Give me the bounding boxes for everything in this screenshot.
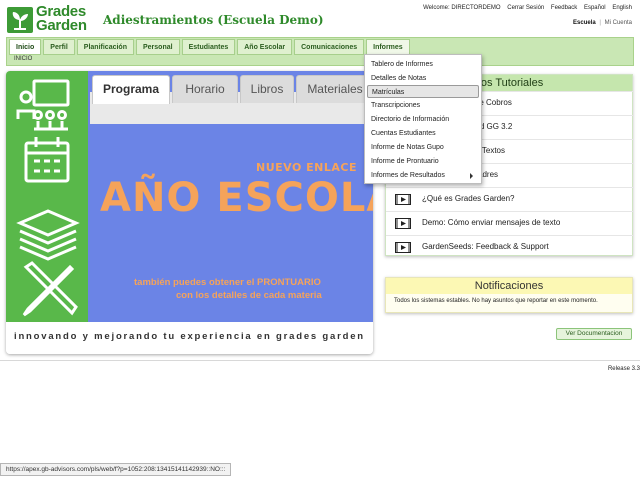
menu-item-informe-prontuario[interactable]: Informe de Prontuario: [367, 155, 479, 168]
banner-icon-strip: [6, 71, 88, 322]
video-icon: [395, 242, 411, 253]
menu-item-informe-notas-grupo[interactable]: Informe de Notas Gupo: [367, 141, 479, 154]
video-icon: [395, 218, 411, 229]
video-item[interactable]: ¿Qué es Grades Garden?: [386, 187, 634, 211]
logo-wordmark: Grades Garden: [36, 4, 87, 34]
tab-estudiantes[interactable]: Estudiantes: [181, 39, 236, 55]
lang-en-link[interactable]: English: [612, 5, 632, 11]
plant-logo-icon: [7, 7, 33, 33]
welcome-text: Welcome: DIRECTORDEMO: [423, 5, 501, 11]
reports-dropdown-menu: Tablero de Informes Detalles de Notas Ma…: [364, 54, 482, 184]
view-documentation-button[interactable]: Ver Documentacion: [556, 328, 632, 340]
browser-status-url: https://apex.gb-advisors.com/pls/web/f?p…: [0, 463, 232, 476]
banner-tab-programa[interactable]: Programa: [92, 75, 170, 104]
nav-tabs: Inicio Perfil Planificación Personal Est…: [9, 39, 412, 55]
ad-headline-big: AÑO ESCOLAR: [100, 175, 373, 221]
video-item[interactable]: GardenSeeds: Feedback & Support: [386, 235, 634, 259]
banner-icons: [16, 79, 80, 317]
calendar-icon: [24, 137, 70, 183]
banner-tab-horario[interactable]: Horario: [172, 75, 238, 103]
my-account-link[interactable]: Mi Cuenta: [605, 20, 632, 26]
tab-personal[interactable]: Personal: [135, 39, 180, 55]
grades-garden-logo[interactable]: Grades Garden: [7, 4, 93, 36]
menu-item-directorio[interactable]: Directorio de Información: [367, 113, 479, 126]
top-links: Welcome: DIRECTORDEMO Cerrar Sesión Feed…: [418, 5, 632, 11]
menu-item-tablero-informes[interactable]: Tablero de Informes: [367, 58, 479, 71]
promo-banner: Programa Horario Libros Materiales NUEVO…: [6, 71, 373, 354]
logout-link[interactable]: Cerrar Sesión: [507, 5, 544, 11]
app-title: Adiestramientos (Escuela Demo): [103, 13, 324, 27]
menu-item-informes-resultados-label: Informes de Resultados: [371, 172, 445, 179]
tab-comunicaciones[interactable]: Comunicaciones: [294, 39, 365, 55]
tab-inicio[interactable]: Inicio: [9, 39, 42, 55]
menu-item-detalles-notas[interactable]: Detalles de Notas: [367, 72, 479, 85]
menu-item-matriculas[interactable]: Matrículas: [367, 85, 479, 98]
role-links: Escuela | Mi Cuenta: [573, 20, 632, 26]
video-icon: [395, 194, 411, 205]
tab-planificacion[interactable]: Planificación: [76, 39, 134, 55]
menu-item-cuentas-estudiantes[interactable]: Cuentas Estudiantes: [367, 127, 479, 140]
menu-item-informes-resultados[interactable]: Informes de Resultados: [367, 169, 479, 182]
video-item-label: GardenSeeds: Feedback & Support: [422, 242, 549, 251]
breadcrumb[interactable]: INICIO: [14, 56, 32, 62]
banner-tab-materiales[interactable]: Materiales: [296, 75, 373, 103]
submenu-arrow-icon: [470, 173, 473, 179]
ad-headline-small: NUEVO ENLACE: [256, 161, 357, 174]
footer-divider: [0, 360, 640, 361]
video-item-label: ¿Qué es Grades Garden?: [422, 194, 515, 203]
release-version: Release 3.3: [607, 366, 640, 372]
lang-es-link[interactable]: Español: [584, 5, 606, 11]
ad-subline-1: también puedes obtener el PRONTUARIO: [134, 277, 321, 288]
banner-tab-libros[interactable]: Libros: [240, 75, 294, 103]
tab-ano-escolar[interactable]: Año Escolar: [237, 39, 293, 55]
notifications-panel: Notificaciones Todos los sistemas establ…: [385, 277, 633, 313]
role-separator: |: [599, 20, 601, 26]
main-nav: Inicio Perfil Planificación Personal Est…: [6, 37, 634, 66]
ruler-pencil-icon: [22, 261, 78, 317]
feedback-link[interactable]: Feedback: [551, 5, 577, 11]
ad-subline-2: con los detalles de cada materia: [176, 290, 322, 301]
school-link[interactable]: Escuela: [573, 20, 596, 26]
tab-informes[interactable]: Informes: [366, 39, 410, 55]
notifications-text: Todos los sistemas estables. No hay asun…: [394, 298, 598, 304]
notifications-title: Notificaciones: [386, 278, 632, 294]
books-icon: [16, 209, 80, 261]
tab-perfil[interactable]: Perfil: [43, 39, 75, 55]
menu-item-transcripciones[interactable]: Transcripciones: [367, 99, 479, 112]
video-item-label: Demo: Cómo enviar mensajes de texto: [422, 218, 561, 227]
classroom-icon: [16, 79, 70, 131]
banner-tagline: innovando y mejorando tu experiencia en …: [14, 331, 365, 342]
video-item[interactable]: Demo: Cómo enviar mensajes de texto: [386, 211, 634, 235]
logo-line2: Garden: [36, 17, 87, 34]
